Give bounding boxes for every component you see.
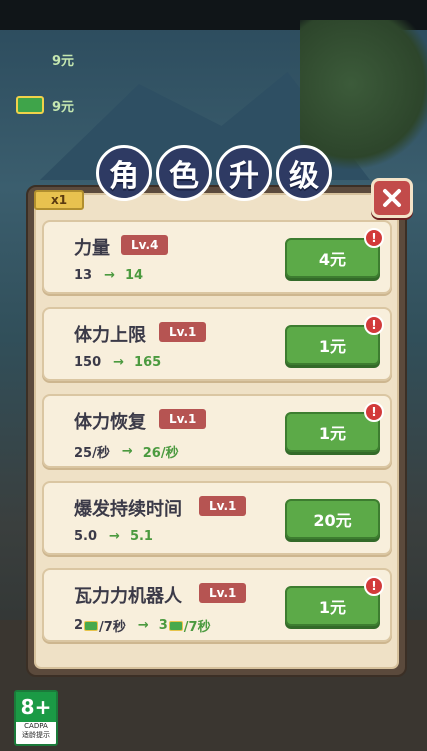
- upgrade-card-stamina-recovery: 体力恢复 Lv.1 25/秒 → 26/秒 1元 !: [42, 394, 392, 468]
- multiplier-toggle[interactable]: x1: [34, 190, 84, 210]
- title-char: 色: [156, 145, 212, 201]
- title-char: 级: [276, 145, 332, 201]
- money-stack-icon: [84, 620, 99, 631]
- level-badge: Lv.1: [159, 409, 207, 429]
- next-value-unit: /7秒: [183, 620, 211, 635]
- dialog-title: 角 色 升 级: [96, 145, 338, 203]
- alert-icon: !: [364, 402, 384, 422]
- coin-counter-2: 9元: [16, 90, 116, 120]
- current-value: 150: [74, 355, 102, 370]
- upgrade-stats: 13 → 14: [74, 268, 143, 283]
- arrow-right-icon: →: [121, 444, 133, 459]
- upgrade-card-stamina-max: 体力上限 Lv.1 150 → 165 1元 !: [42, 307, 392, 381]
- level-badge: Lv.1: [159, 322, 207, 342]
- age-rating-badge: 8+ CADPA 适龄提示: [14, 690, 58, 746]
- coin-amount: 9元: [52, 99, 75, 115]
- arrow-right-icon: →: [104, 268, 115, 283]
- title-char: 角: [96, 145, 152, 201]
- upgrade-card-burst-duration: 爆发持续时间 Lv.1 5.0 → 5.1 20元: [42, 481, 392, 555]
- upgrade-name: 体力上限: [74, 325, 146, 346]
- age-rating-org: CADPA: [24, 722, 48, 730]
- arrow-right-icon: →: [113, 355, 125, 370]
- upgrade-card-strength: 力量 Lv.4 13 → 14 4元 !: [42, 220, 392, 294]
- next-value: 26/秒: [142, 446, 179, 461]
- current-value: 25/秒: [74, 446, 110, 461]
- close-button[interactable]: [371, 178, 413, 218]
- current-value-num: 2: [74, 618, 84, 633]
- alert-icon: !: [364, 576, 384, 596]
- close-icon: [383, 189, 401, 207]
- upgrade-stats: 150 → 165: [74, 355, 161, 370]
- alert-icon: !: [364, 228, 384, 248]
- upgrade-name: 爆发持续时间: [74, 499, 182, 520]
- arrow-right-icon: →: [109, 529, 120, 544]
- current-value: 13: [74, 268, 93, 283]
- age-rating-number: 8+: [16, 692, 56, 722]
- upgrade-name: 瓦力力机器人: [74, 586, 182, 607]
- money-stack-icon: [16, 96, 44, 114]
- coin-counter-1: 9元: [16, 44, 116, 74]
- current-value-unit: /7秒: [99, 620, 126, 635]
- buy-upgrade-button[interactable]: 20元: [285, 499, 380, 539]
- upgrade-stats: 5.0 → 5.1: [74, 529, 153, 544]
- upgrade-stats: 2 /7秒 → 3 /7秒: [74, 616, 211, 635]
- title-char: 升: [216, 145, 272, 201]
- next-value-num: 3: [158, 618, 168, 633]
- coin-amount: 9元: [52, 53, 75, 69]
- next-value: 14: [125, 268, 144, 283]
- alert-icon: !: [364, 315, 384, 335]
- next-value: 5.1: [129, 529, 153, 544]
- upgrade-name: 体力恢复: [74, 412, 146, 433]
- level-badge: Lv.1: [199, 583, 247, 603]
- arrow-right-icon: →: [137, 618, 149, 633]
- current-value: 5.0: [74, 529, 98, 544]
- upgrade-card-robot: 瓦力力机器人 Lv.1 2 /7秒 → 3 /7秒 1元 !: [42, 568, 392, 642]
- next-value: 165: [134, 355, 162, 370]
- age-rating-label: 适龄提示: [22, 731, 50, 739]
- level-badge: Lv.1: [199, 496, 247, 516]
- upgrade-name: 力量: [74, 238, 110, 259]
- upgrade-stats: 25/秒 → 26/秒: [74, 442, 179, 461]
- level-badge: Lv.4: [121, 235, 169, 255]
- money-stack-icon: [168, 620, 183, 631]
